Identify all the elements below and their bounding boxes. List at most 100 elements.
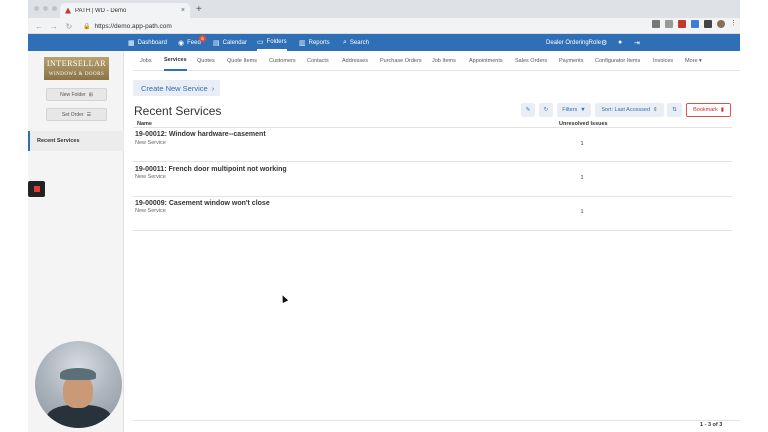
role-label: Dealer OrderingRole (546, 39, 602, 46)
browser-menu-icon[interactable]: ⋮ (730, 20, 737, 28)
browser-tab[interactable]: PATH | WD - Demo × (60, 3, 190, 18)
row-title[interactable]: 19-00011: French door multipoint not wor… (135, 166, 287, 173)
divider (133, 230, 732, 231)
button-label: Set Order (61, 111, 84, 118)
logo-line-1: INTERSELLAR (46, 59, 107, 68)
row-subtitle: New Service (135, 174, 166, 180)
footer-divider (133, 420, 740, 421)
mouse-cursor (279, 294, 289, 303)
key-icon[interactable] (652, 20, 660, 28)
row-issue-count: 1 (580, 141, 584, 147)
favicon-icon (65, 7, 71, 14)
filter-icon: ▼ (580, 107, 586, 113)
new-folder-button[interactable]: New Folder ⊞ (46, 88, 107, 101)
edit-button[interactable]: ✎ (521, 103, 535, 117)
logout-button[interactable]: ⇥ (634, 34, 640, 51)
notification-badge: 6 (199, 35, 206, 42)
address-bar-row: ← → ↻ 🔒 https://demo.app-path.com (28, 18, 740, 34)
filters-button[interactable]: Filters ▼ (557, 103, 591, 117)
set-order-button[interactable]: Set Order ☰ (46, 108, 107, 121)
nav-search[interactable]: ⌕ Search (343, 34, 369, 51)
sort-direction-button[interactable]: ⇅ (667, 103, 682, 117)
row-title[interactable]: 19-00012: Window hardware--casement (135, 131, 266, 138)
tab-sales-orders[interactable]: Sales Orders (515, 51, 547, 71)
screen: PATH | WD - Demo × + ← → ↻ 🔒 https://dem… (0, 0, 768, 432)
sort-icon: ⇕ (653, 107, 658, 113)
nav-label: Reports (308, 39, 330, 46)
presenter-body (47, 405, 111, 428)
bookmark-button[interactable]: Bookmark ▮ (686, 103, 731, 117)
bookmark-icon: ▮ (720, 107, 724, 113)
extension-icon[interactable] (678, 20, 686, 28)
reports-icon: ▥ (299, 39, 306, 47)
extension-icon[interactable] (704, 20, 712, 28)
tab-title: PATH | WD - Demo (75, 7, 127, 14)
sort-dropdown[interactable]: Sort: Last Accessed ⇕ (595, 103, 664, 117)
back-icon[interactable]: ← (35, 22, 43, 31)
browser-chrome: PATH | WD - Demo × + ← → ↻ 🔒 https://dem… (28, 0, 740, 34)
forward-icon[interactable]: → (50, 22, 58, 31)
tab-appointments[interactable]: Appointments (469, 51, 503, 71)
window-controls[interactable] (34, 6, 57, 11)
tab-job-items[interactable]: Job Items (432, 51, 456, 71)
nav-calendar[interactable]: ▤ Calendar (213, 34, 247, 51)
divider (133, 161, 732, 162)
refresh-button[interactable]: ↻ (539, 103, 553, 117)
button-label: New Folder (60, 91, 86, 98)
logo-line-2: WINDOWS & DOORS (48, 72, 105, 77)
dashboard-icon: ▦ (128, 39, 135, 47)
tab-invoices[interactable]: Invoices (653, 51, 673, 71)
star-icon[interactable] (665, 20, 673, 28)
nav-label: Search (349, 39, 369, 46)
row-issue-count: 1 (580, 175, 584, 181)
settings-button[interactable]: ⚙ (601, 34, 607, 51)
recording-stop-button[interactable] (28, 181, 45, 197)
tab-bar: PATH | WD - Demo × + (28, 0, 740, 18)
tab-services[interactable]: Services (164, 51, 187, 71)
tab-addresses[interactable]: Addresses (342, 51, 368, 71)
url-field[interactable]: https://demo.app-path.com (94, 23, 171, 30)
tab-quote-items[interactable]: Quote Items (227, 51, 257, 71)
nav-label: Dashboard (137, 39, 167, 46)
divider (133, 196, 732, 197)
tab-configurator-items[interactable]: Configurator Items (595, 51, 640, 71)
search-icon: ⌕ (343, 38, 347, 46)
browser-extensions: ⋮ (652, 20, 737, 28)
nav-label: Calendar (222, 39, 247, 46)
extension-icon[interactable] (691, 20, 699, 28)
messages-button[interactable]: ● (618, 34, 622, 51)
button-label: Filters (562, 107, 578, 113)
profile-avatar[interactable] (717, 20, 725, 28)
tab-close-icon[interactable]: × (181, 7, 185, 14)
tab-quotes[interactable]: Quotes (197, 51, 215, 71)
create-new-service-button[interactable]: Create New Service › (133, 80, 220, 96)
lock-icon: 🔒 (83, 23, 91, 30)
section-tabs: Jobs Services Quotes Quote Items Custome… (133, 51, 740, 71)
tab-more[interactable]: More ▾ (685, 51, 702, 71)
divider (133, 127, 732, 128)
webcam-overlay (35, 341, 122, 428)
tab-jobs[interactable]: Jobs (140, 51, 152, 71)
reload-icon[interactable]: ↻ (65, 22, 73, 31)
tab-customers[interactable]: Customers (269, 51, 296, 71)
nav-reports[interactable]: ▥ Reports (299, 34, 330, 51)
sort-direction-icon: ⇅ (672, 107, 677, 113)
button-label: Create New Service (141, 83, 208, 93)
gear-icon: ⚙ (601, 39, 608, 47)
presenter-hat (60, 368, 96, 380)
tab-payments[interactable]: Payments (559, 51, 583, 71)
nav-folders[interactable]: ▭ Folders (257, 34, 287, 51)
tab-purchase-orders[interactable]: Purchase Orders (380, 51, 422, 71)
sidebar-item-recent-services[interactable]: Recent Services (28, 131, 124, 151)
company-logo: INTERSELLAR WINDOWS & DOORS (44, 57, 109, 80)
new-tab-button[interactable]: + (196, 3, 202, 17)
role-selector[interactable]: Dealer OrderingRole (546, 34, 601, 51)
list-icon: ☰ (86, 111, 92, 118)
nav-feed[interactable]: ◉ Feed 6 (178, 34, 206, 51)
nav-dashboard[interactable]: ▦ Dashboard (128, 34, 167, 51)
row-title[interactable]: 19-00009: Casement window won't close (135, 200, 270, 207)
stop-icon (33, 186, 40, 192)
add-folder-icon: ⊞ (88, 91, 93, 98)
tab-contacts[interactable]: Contacts (307, 51, 329, 71)
logout-icon: ⇥ (634, 39, 640, 47)
